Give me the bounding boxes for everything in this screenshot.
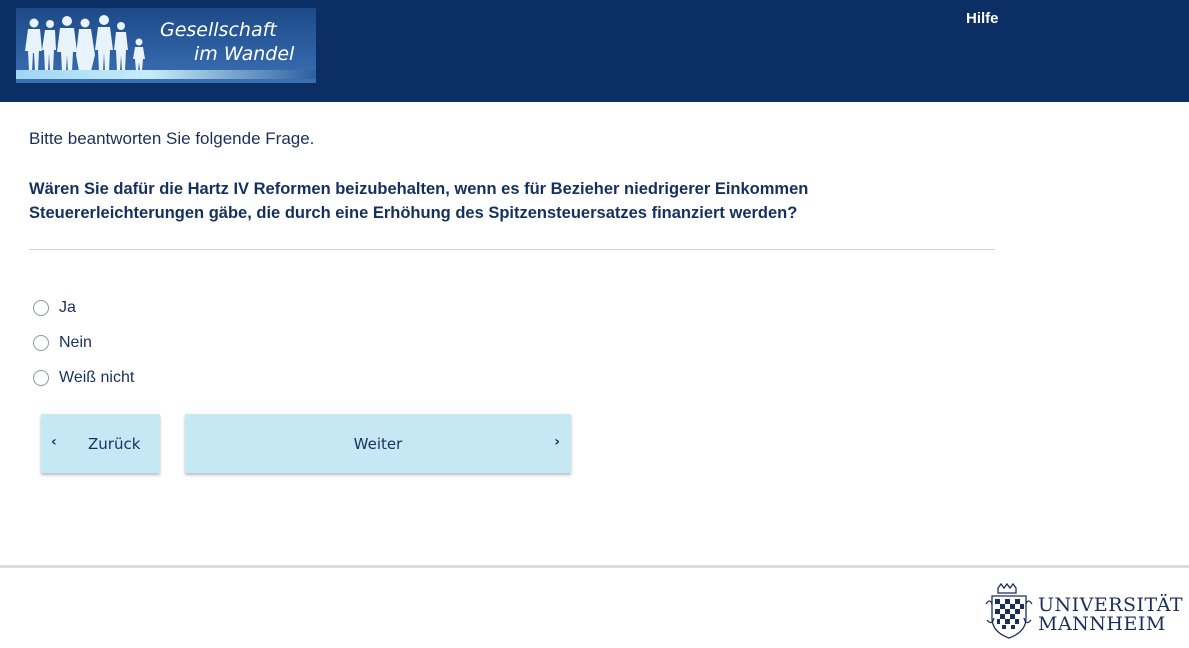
- gesellschaft-im-wandel-logo[interactable]: Gesellschaft im Wandel: [16, 8, 316, 83]
- divider: [29, 249, 995, 250]
- logo-line-2: im Wandel: [194, 43, 295, 65]
- question-section: Bitte beantworten Sie folgende Frage. Wä…: [29, 128, 995, 250]
- option-label: Nein: [59, 333, 92, 351]
- answer-options: Ja Nein Weiß nicht: [33, 290, 134, 395]
- header-bar: Gesellschaft im Wandel Hilfe: [0, 0, 1189, 102]
- question-text: Wären Sie dafür die Hartz IV Reformen be…: [29, 177, 849, 225]
- back-button-label: Zurück: [88, 435, 141, 453]
- option-nein[interactable]: Nein: [33, 325, 134, 360]
- instruction-text: Bitte beantworten Sie folgende Frage.: [29, 129, 315, 148]
- university-line-2: MANNHEIM: [1038, 613, 1166, 635]
- radio-button[interactable]: [33, 369, 49, 386]
- option-ja[interactable]: Ja: [33, 290, 134, 325]
- question-line-2: Steuererleichterungen gäbe, die durch ei…: [29, 204, 798, 222]
- university-crest-icon: [985, 582, 1033, 639]
- radio-button[interactable]: [33, 299, 49, 316]
- option-label: Weiß nicht: [59, 368, 135, 386]
- chevron-left-icon: ‹: [51, 434, 57, 450]
- footer-divider: [0, 565, 1189, 568]
- universitaet-mannheim-logo[interactable]: UNIVERSITÄT MANNHEIM: [984, 582, 1184, 640]
- silhouettes-icon: [25, 15, 145, 71]
- back-button[interactable]: ‹ Zurück: [41, 414, 160, 473]
- logo-line-1: Gesellschaft: [160, 19, 277, 41]
- university-name: UNIVERSITÄT MANNHEIM: [1038, 596, 1183, 634]
- question-line-1: Wären Sie dafür die Hartz IV Reformen be…: [29, 180, 809, 198]
- next-button-label: Weiter: [353, 435, 403, 453]
- logo-stripe: [16, 70, 316, 79]
- chevron-right-icon: ›: [554, 434, 560, 450]
- next-button[interactable]: Weiter ›: [185, 414, 571, 473]
- help-link[interactable]: Hilfe: [966, 10, 999, 27]
- option-label: Ja: [59, 298, 76, 316]
- logo-title: Gesellschaft im Wandel: [160, 18, 310, 66]
- radio-button[interactable]: [33, 334, 49, 351]
- option-weiss-nicht[interactable]: Weiß nicht: [33, 360, 134, 395]
